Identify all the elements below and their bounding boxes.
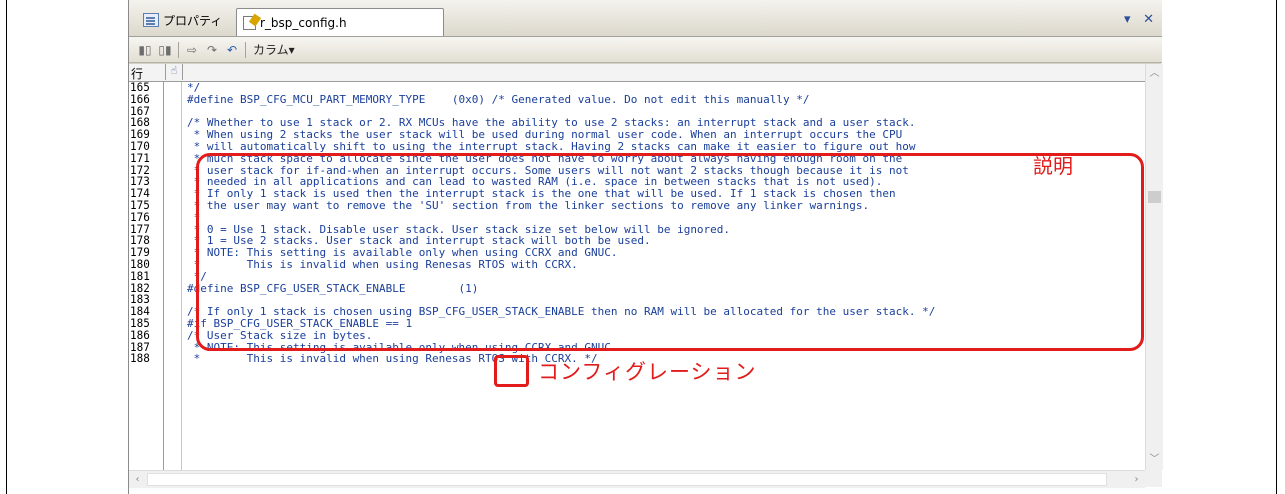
tab-file-label: r_bsp_config.h [260, 15, 347, 30]
toolbar-separator [245, 41, 246, 58]
scroll-down-icon[interactable]: ﹀ [1146, 450, 1163, 467]
horizontal-scrollbar[interactable]: ‹ › [129, 470, 1145, 488]
pointer-icon: ☝ [165, 64, 183, 80]
configuration-highlight-box [494, 355, 529, 387]
description-highlight-box [196, 153, 1144, 351]
bookmark-toggle-icon[interactable]: ▮▯ [135, 41, 155, 59]
go-to-arrow-icon[interactable]: ⇨ [182, 41, 202, 59]
tab-bar: プロパティ r_bsp_config.h ▾ ✕ [129, 0, 1162, 37]
description-annotation: 説明 [1033, 154, 1073, 178]
toolbar-separator [178, 41, 179, 58]
vertical-scroll-thumb[interactable] [1148, 191, 1161, 203]
vertical-scrollbar[interactable]: ︿ ﹀ [1145, 64, 1163, 470]
redo-icon[interactable]: ↷ [202, 41, 222, 59]
code-line-text: #define BSP_CFG_MCU_PART_MEMORY_TYPE (0x… [187, 92, 810, 106]
tab-r-bsp-config[interactable]: r_bsp_config.h [236, 8, 444, 36]
tab-properties-label: プロパティ [163, 13, 223, 28]
line-column-header: 行 [131, 67, 144, 81]
toolbar: ▮▯ ▯▮ ⇨ ↷ ↶ カラム▾ [129, 37, 1162, 63]
window-controls: ▾ ✕ [1116, 12, 1154, 27]
line-number: 186 [130, 328, 150, 342]
gutter-header: 行 ☝ [129, 64, 1145, 82]
close-icon[interactable]: ✕ [1143, 12, 1154, 27]
line-number: 181 [130, 269, 150, 283]
file-edit-icon [243, 15, 256, 30]
horizontal-scroll-thumb[interactable] [147, 473, 1107, 486]
scroll-left-icon[interactable]: ‹ [129, 471, 146, 488]
code-line: #define BSP_CFG_MCU_PART_MEMORY_TYPE (0x… [187, 92, 1137, 106]
code-line-text: * This is invalid when using Renesas RTO… [187, 352, 598, 366]
scroll-up-icon[interactable]: ︿ [1146, 64, 1163, 81]
marker-column [164, 82, 182, 470]
line-number: 188 [130, 352, 150, 366]
scrollbar-corner [1145, 470, 1162, 487]
bookmark-clear-icon[interactable]: ▯▮ [155, 41, 175, 59]
tab-properties[interactable]: プロパティ [137, 8, 241, 32]
undo-icon[interactable]: ↶ [222, 41, 242, 59]
scroll-right-icon[interactable]: › [1128, 471, 1145, 488]
line-numbers: 165 166 167 168 169 170 171 172 173 174 175 176 177 1… [129, 82, 164, 470]
configuration-annotation: コンフィグレーション [538, 360, 757, 384]
properties-icon [143, 13, 159, 27]
column-dropdown[interactable]: カラム▾ [253, 41, 295, 58]
dropdown-menu-icon[interactable]: ▾ [1124, 12, 1131, 27]
